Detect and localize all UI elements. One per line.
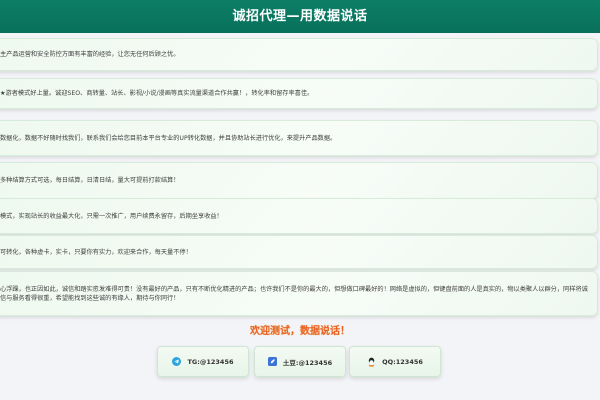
feature-text: 数据化，数据不好随时找我们，联系我们会给您目前本平台专业的UP转化数据，并且协助… <box>0 134 337 142</box>
potato-button[interactable]: 土豆:@123456 <box>254 346 346 377</box>
qq-icon <box>367 357 376 367</box>
feature-text: 可转化，各种虚卡，实卡，只要你有实力，欢迎来合作，每天量不停！ <box>0 248 192 256</box>
feature-text: 心浮躁，也正因如此，诚信和踏实愈发难得可贵！没有最好的产品，只有不断优化精进的产… <box>0 285 588 302</box>
feature-card-1: 主产品运营和安全防控方面有丰富的经验，让您无任何后顾之忧。 <box>0 38 598 71</box>
potato-label: 土豆:@123456 <box>282 358 333 367</box>
feature-text: 主产品运营和安全防控方面有丰富的经验，让您无任何后顾之忧。 <box>0 51 180 58</box>
feature-card-3: 数据化，数据不好随时找我们，联系我们会给您目前本平台专业的UP转化数据，并且协助… <box>0 120 598 156</box>
potato-icon <box>267 357 277 366</box>
telegram-button[interactable]: TG:@123456 <box>157 346 249 377</box>
page-title: 诚招代理—用数据说话 <box>232 9 368 24</box>
slogan: 欢迎测试，数据说话！ <box>250 326 350 337</box>
qq-label: QQ:123456 <box>382 357 423 366</box>
telegram-icon <box>172 357 182 366</box>
feature-card-7: 心浮躁，也正因如此，诚信和踏实愈发难得可贵！没有最好的产品，只有不断优化精进的产… <box>0 271 598 316</box>
feature-card-2: ★游者模式好上量。诚迎SEO、商转量、站长、影视/小说/漫画等真实流量渠道合作共… <box>0 78 598 109</box>
feature-text: 模式，实现站长的收益最大化，只需一次推广，用户续费永留存，后期坐享收益！ <box>0 212 223 220</box>
feature-text: 多种结算方式可选，每日结算，日清日结，量大可提前打款结算！ <box>0 177 180 184</box>
feature-card-5: 模式，实现站长的收益最大化，只需一次推广，用户续费永留存，后期坐享收益！ <box>0 198 598 234</box>
feature-text: ★游者模式好上量。诚迎SEO、商转量、站长、影视/小说/漫画等真实流量渠道合作共… <box>0 90 314 97</box>
telegram-label: TG:@123456 <box>187 357 234 366</box>
feature-card-6: 可转化，各种虚卡，实卡，只要你有实力，欢迎来合作，每天量不停！ <box>0 235 598 269</box>
page-header: 诚招代理—用数据说话 <box>0 0 600 33</box>
feature-card-4: 多种结算方式可选，每日结算，日清日结，量大可提前打款结算！ <box>0 162 598 199</box>
qq-button[interactable]: QQ:123456 <box>349 346 441 377</box>
